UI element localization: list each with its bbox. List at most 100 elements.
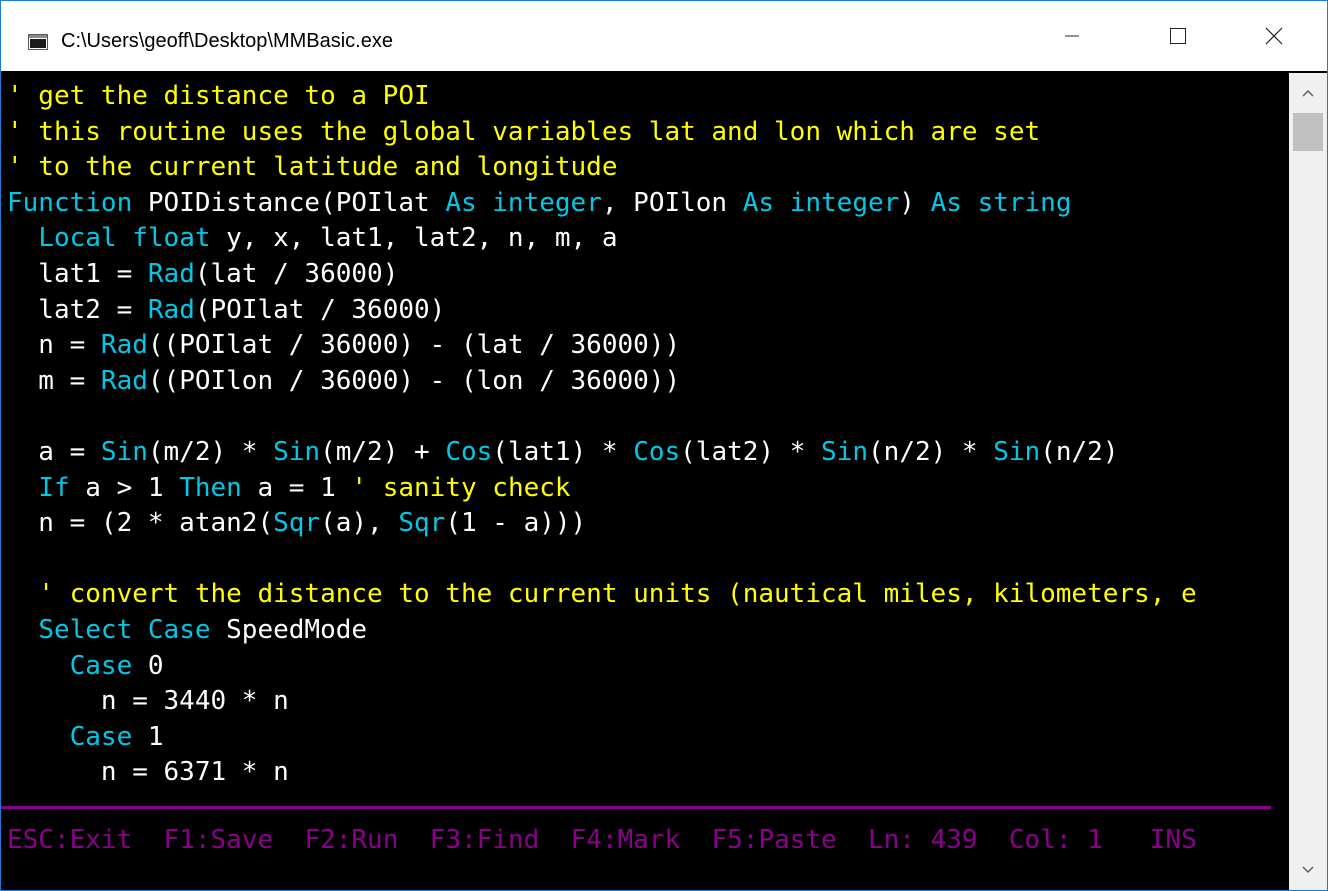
code-text: n = [7, 330, 101, 361]
code-text: (n/2) * [868, 436, 994, 467]
maximize-icon [1170, 28, 1186, 44]
code-keyword: Case [69, 721, 133, 752]
scroll-up-button[interactable] [1289, 73, 1327, 113]
code-line[interactable]: Select Case SpeedMode [7, 613, 1197, 649]
code-keyword: Select Case [38, 614, 211, 645]
console-app-icon [28, 34, 48, 50]
code-line[interactable]: ' convert the distance to the current un… [7, 577, 1197, 613]
code-line[interactable]: Function POIDistance(POIlat As integer, … [7, 186, 1197, 222]
code-keyword: Sqr [398, 508, 446, 539]
code-line[interactable]: Case 1 [7, 720, 1197, 756]
code-text: n = (2 * atan2( [7, 508, 274, 539]
code-text: , POIlon [601, 187, 743, 218]
code-comment: ' get the distance to a POI [7, 81, 430, 111]
code-line[interactable]: n = Rad((POIlat / 36000) - (lat / 36000)… [7, 328, 1197, 364]
title-bar[interactable]: C:\Users\geoff\Desktop\MMBasic.exe [1, 1, 1327, 71]
code-text: (n/2) [1040, 436, 1119, 467]
code-line[interactable]: Case 0 [7, 649, 1197, 685]
code-keyword: Function [7, 187, 133, 218]
minimize-button[interactable] [1049, 1, 1095, 71]
code-keyword: Sin [821, 436, 869, 467]
code-text: y, x, lat1, lat2, n, m, a [210, 223, 618, 254]
console-window: C:\Users\geoff\Desktop\MMBasic.exe ' get… [0, 0, 1328, 891]
status-line-number: Ln: 439 [868, 825, 978, 855]
code-text: n = 3440 * n [7, 686, 289, 717]
close-icon [1265, 27, 1283, 45]
code-keyword: If [38, 472, 70, 503]
minimize-icon [1065, 35, 1079, 37]
code-line[interactable] [7, 399, 1197, 435]
code-line[interactable]: m = Rad((POIlon / 36000) - (lon / 36000)… [7, 364, 1197, 400]
code-text: ((POIlon / 36000) - (lon / 36000)) [147, 365, 681, 396]
code-line[interactable]: Local float y, x, lat1, lat2, n, m, a [7, 221, 1197, 257]
window-title: C:\Users\geoff\Desktop\MMBasic.exe [61, 30, 393, 52]
code-line[interactable]: If a > 1 Then a = 1 ' sanity check [7, 471, 1197, 507]
code-text: (m/2) * [147, 436, 274, 467]
code-text: (m/2) + [320, 436, 446, 467]
code-keyword: Then [179, 472, 242, 503]
code-line[interactable]: ' get the distance to a POI [7, 79, 1197, 115]
code-text: (1 - a))) [445, 508, 587, 539]
chevron-down-icon [1302, 866, 1314, 874]
code-line[interactable] [7, 542, 1197, 578]
status-insert-mode: INS [1149, 825, 1197, 855]
code-comment: ' sanity check [351, 472, 571, 503]
code-keyword: Sin [993, 436, 1041, 467]
code-line[interactable]: lat2 = Rad(POIlat / 36000) [7, 293, 1197, 329]
code-text: a > 1 [69, 472, 180, 503]
status-divider [1, 806, 1271, 809]
code-text: ((POIlat / 36000) - (lat / 36000)) [147, 330, 681, 361]
status-f3-find: F3:Find [429, 825, 540, 855]
code-text: n = 6371 * n [7, 757, 289, 788]
code-text: a = 1 [241, 472, 352, 503]
status-column-number: Col: 1 [1008, 825, 1103, 855]
code-line[interactable]: ' this routine uses the global variables… [7, 115, 1197, 151]
code-keyword: Cos [633, 436, 681, 467]
code-line[interactable]: a = Sin (m/2) * Sin (m/2) + Cos(lat1) * Co… [7, 435, 1197, 471]
code-text: (POIlat / 36000) [194, 294, 446, 325]
code-editor[interactable]: ' get the distance to a POI ' this routin… [1, 73, 1289, 890]
status-f4-mark: F4:Mark [570, 825, 681, 855]
status-f1-save: F1:Save [163, 825, 274, 855]
vertical-scrollbar[interactable] [1289, 73, 1327, 890]
status-bar: ESC:Exit F1:Save F2:Run F3:Find F4:Mark … [7, 825, 1197, 855]
code-line[interactable]: n = 3440 * n [7, 684, 1197, 720]
code-text: SpeedMode [210, 614, 368, 645]
chevron-up-icon [1302, 89, 1314, 97]
code-keyword: Sqr [273, 508, 321, 539]
code-text: POIDistance(POIlat [132, 187, 446, 218]
code-text: (a), [320, 508, 399, 539]
code-keyword: Case [69, 650, 133, 681]
code-comment: ' convert the distance to the current un… [7, 579, 1197, 610]
code-text: lat2 = [7, 294, 148, 325]
code-keyword: As string [930, 187, 1072, 218]
code-keyword: Rad [147, 258, 195, 289]
close-button[interactable] [1251, 1, 1297, 71]
maximize-button[interactable] [1155, 1, 1201, 71]
status-f2-run: F2:Run [304, 825, 399, 855]
code-keyword: Rad [100, 330, 148, 361]
code-text: 0 [132, 650, 164, 681]
code-line[interactable]: lat1 = Rad(lat / 36000) [7, 257, 1197, 293]
code-keyword: As integer [445, 187, 602, 218]
code-line[interactable]: ' to the current latitude and longitude [7, 150, 1197, 186]
status-f5-paste: F5:Paste [711, 825, 837, 855]
code-keyword: Cos [445, 436, 493, 467]
code-text: m = [7, 365, 101, 396]
code-text: a = [7, 436, 101, 467]
code-keyword: As integer [742, 187, 900, 218]
code-text: (lat / 36000) [194, 258, 399, 289]
code-area[interactable]: ' get the distance to a POI ' this routin… [7, 79, 1197, 791]
code-text: 1 [132, 721, 164, 752]
code-line[interactable]: n = (2 * atan2(Sqr(a), Sqr(1 - a))) [7, 506, 1197, 542]
code-comment: ' to the current latitude and longitude [7, 152, 618, 183]
scroll-down-button[interactable] [1289, 850, 1327, 890]
code-line[interactable]: n = 6371 * n [7, 755, 1197, 791]
scroll-thumb[interactable] [1293, 113, 1323, 151]
code-keyword: Rad [147, 294, 195, 325]
code-text: (lat1) * [492, 436, 634, 467]
